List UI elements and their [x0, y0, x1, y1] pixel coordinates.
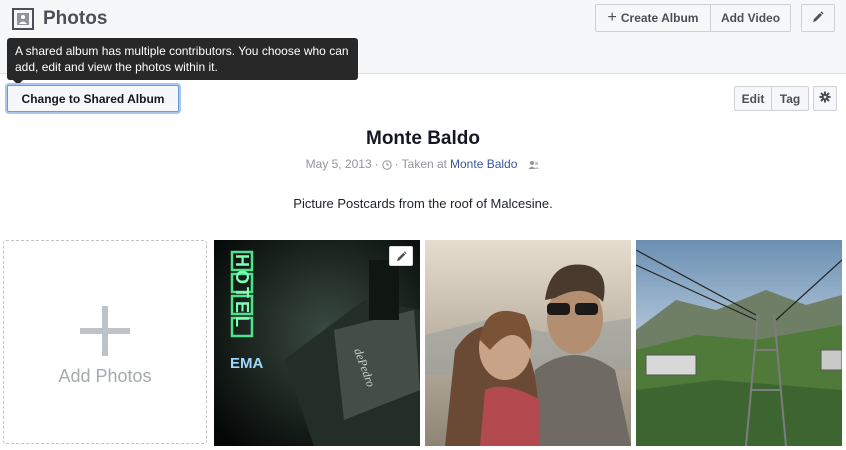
- tag-album-button[interactable]: Tag: [771, 86, 809, 111]
- plus-icon: [80, 305, 130, 356]
- hotel-neon-sign-photo[interactable]: HOTEL EMA dePedro: [214, 240, 420, 446]
- create-album-label: Create Album: [620, 11, 699, 25]
- page-title: Photos: [43, 8, 108, 29]
- edit-album-button[interactable]: Edit: [734, 86, 772, 111]
- pencil-icon: [812, 10, 824, 26]
- change-to-shared-album-button[interactable]: Change to Shared Album: [7, 85, 179, 112]
- shared-album-tooltip: A shared album has multiple contributors…: [7, 38, 358, 80]
- friends-icon[interactable]: [528, 157, 540, 171]
- album-meta: May 5, 2013 · · Taken at Monte Baldo: [0, 157, 846, 171]
- album-title: Monte Baldo: [366, 128, 480, 149]
- location-link[interactable]: Monte Baldo: [450, 157, 517, 171]
- neon-sub-text: EMA: [230, 355, 264, 372]
- taken-at-label: Taken at: [401, 157, 448, 171]
- album-settings-button[interactable]: [813, 86, 837, 111]
- couple-portrait-photo[interactable]: [425, 240, 631, 446]
- album-date[interactable]: May 5, 2013: [306, 157, 372, 171]
- cable-car-mountain-photo[interactable]: [636, 240, 842, 446]
- photo-edit-button[interactable]: [389, 246, 413, 266]
- create-album-button[interactable]: + Create Album: [595, 4, 711, 32]
- add-photos-label: Add Photos: [58, 365, 152, 386]
- clock-icon: [381, 157, 392, 171]
- plus-icon: +: [607, 8, 617, 26]
- gear-icon: [819, 91, 831, 106]
- hotel-sign-text: HOTEL: [232, 254, 252, 330]
- add-photos-tile[interactable]: Add Photos: [3, 240, 207, 444]
- photos-icon: [12, 8, 34, 30]
- album-description: Picture Postcards from the roof of Malce…: [293, 196, 553, 211]
- edit-pencil-button[interactable]: [801, 4, 835, 32]
- add-video-button[interactable]: Add Video: [710, 4, 791, 32]
- pencil-icon: [396, 250, 407, 262]
